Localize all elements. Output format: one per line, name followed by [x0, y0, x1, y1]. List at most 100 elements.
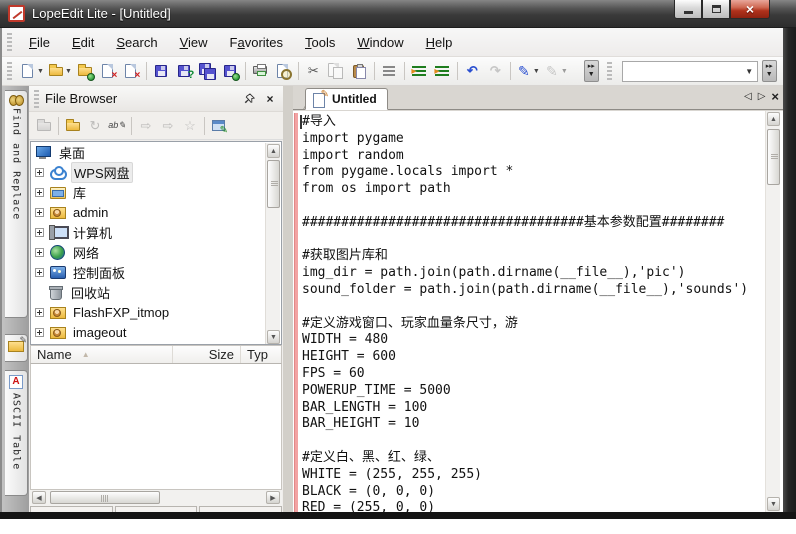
- save-as-button[interactable]: ?: [173, 59, 196, 83]
- print-button[interactable]: [249, 59, 272, 83]
- send-to-button[interactable]: ⇨: [157, 114, 179, 138]
- code-area[interactable]: #导入 import pygame import random from pyg…: [293, 111, 783, 512]
- expand-icon[interactable]: [35, 227, 44, 237]
- expand-icon[interactable]: [35, 327, 44, 337]
- menubar-grip[interactable]: [7, 33, 12, 51]
- panel-grip[interactable]: [34, 89, 39, 108]
- editor-scrollbar[interactable]: ▲ ▼: [765, 111, 780, 512]
- rename-button[interactable]: ab✎: [106, 114, 128, 138]
- prev-tab-icon[interactable]: ◁: [744, 91, 752, 102]
- menu-view[interactable]: View: [169, 31, 219, 54]
- highlight-pen-button[interactable]: ✎ ▼: [514, 59, 542, 83]
- tree-item-flashfxp[interactable]: FlashFXP_itmop: [31, 302, 281, 322]
- menu-favorites[interactable]: Favorites: [219, 31, 294, 54]
- minimize-button[interactable]: [674, 0, 702, 19]
- outdent-button[interactable]: [431, 59, 454, 83]
- toolbar-grip[interactable]: [7, 62, 12, 80]
- next-tab-icon[interactable]: ▷: [758, 91, 766, 102]
- scroll-up-icon[interactable]: ▲: [267, 144, 280, 158]
- code-text[interactable]: #导入 import pygame import random from pyg…: [293, 111, 759, 512]
- dock-tab-ascii-table[interactable]: A ASCII Table: [5, 370, 28, 496]
- scroll-right-icon[interactable]: ▶: [266, 491, 280, 504]
- tree-item-imageout[interactable]: imageout: [31, 322, 281, 342]
- save-remote-button[interactable]: [219, 59, 242, 83]
- browse-folder-button[interactable]: [62, 114, 84, 138]
- scroll-thumb[interactable]: [767, 129, 780, 185]
- open-with-button[interactable]: ⇨: [135, 114, 157, 138]
- toolbar-overflow-button[interactable]: ▸▸ ▼: [583, 60, 599, 82]
- toolbar-grip[interactable]: [606, 62, 612, 80]
- tree-item-network[interactable]: 网络: [31, 242, 281, 262]
- scroll-left-icon[interactable]: ◀: [32, 491, 46, 504]
- column-name[interactable]: Name ▲: [31, 346, 173, 363]
- redo-button[interactable]: ↷: [484, 59, 507, 83]
- scroll-down-icon[interactable]: ▼: [767, 497, 780, 511]
- expand-icon[interactable]: [35, 207, 44, 217]
- cut-button[interactable]: ✂: [302, 59, 325, 83]
- open-from-web-button[interactable]: [74, 59, 97, 83]
- menu-file[interactable]: File: [18, 31, 61, 54]
- menu-tools[interactable]: Tools: [294, 31, 346, 54]
- close-tab-icon[interactable]: ×: [771, 90, 779, 103]
- close-all-button[interactable]: ×: [120, 59, 143, 83]
- tree-item-libraries[interactable]: 库: [31, 182, 281, 202]
- combobox-arrow-icon[interactable]: ▼: [742, 62, 757, 81]
- file-list-hscrollbar[interactable]: ◀ ▶: [30, 490, 282, 506]
- scroll-down-icon[interactable]: ▼: [267, 330, 280, 344]
- toolbar-overflow-button[interactable]: ▸▸ ▼: [761, 60, 777, 82]
- scroll-thumb[interactable]: [267, 160, 280, 208]
- file-list-body[interactable]: [30, 364, 282, 490]
- undo-button[interactable]: ↶: [461, 59, 484, 83]
- column-type[interactable]: Typ: [241, 346, 281, 363]
- tab-untitled[interactable]: Untitled: [305, 88, 388, 110]
- indent-button[interactable]: [408, 59, 431, 83]
- tree-item-computer[interactable]: 计算机: [31, 222, 281, 242]
- menu-window[interactable]: Window: [346, 31, 414, 54]
- expand-icon[interactable]: [35, 267, 44, 277]
- tree-item-recycle-bin[interactable]: 回收站: [31, 282, 281, 302]
- close-panel-button[interactable]: ×: [262, 91, 278, 107]
- format-lines-button[interactable]: [378, 59, 401, 83]
- restore-button[interactable]: [702, 0, 730, 19]
- save-button[interactable]: [150, 59, 173, 83]
- tree-scrollbar[interactable]: ▲ ▼: [265, 143, 280, 344]
- open-file-button[interactable]: ▼: [46, 59, 74, 83]
- panel-splitter[interactable]: [283, 86, 293, 512]
- scroll-thumb[interactable]: [50, 491, 160, 504]
- open-file-icon: [48, 63, 64, 79]
- menu-search[interactable]: Search: [105, 31, 168, 54]
- dock-tab-find-and-replace[interactable]: Find and Replace: [5, 90, 28, 318]
- cut-icon: ✂: [307, 63, 319, 78]
- tree-item-desktop[interactable]: 桌面: [31, 142, 281, 162]
- toolbar-combobox[interactable]: ▼: [621, 60, 758, 82]
- tree-item-admin[interactable]: admin: [31, 202, 281, 222]
- title-bar[interactable]: LopeEdit Lite - [Untitled] ×: [0, 0, 796, 28]
- pin-panel-button[interactable]: [241, 91, 257, 107]
- window-border: [0, 512, 796, 519]
- properties-button[interactable]: [208, 114, 230, 138]
- scroll-up-icon[interactable]: ▲: [767, 112, 780, 126]
- dock-tab-file-browser[interactable]: [5, 334, 28, 362]
- paste-button[interactable]: [348, 59, 371, 83]
- menu-edit[interactable]: Edit: [61, 31, 105, 54]
- expand-icon[interactable]: [35, 167, 44, 177]
- refresh-button[interactable]: ↻: [84, 114, 106, 138]
- open-button[interactable]: [33, 114, 55, 138]
- folder-tree: 桌面 WPS网盘 库 admin 计算机 网络 控制面板 回收站 FlashFX…: [30, 141, 282, 345]
- tree-item-wps-cloud[interactable]: WPS网盘: [31, 161, 281, 183]
- copy-button[interactable]: [325, 59, 348, 83]
- close-document-button[interactable]: ×: [97, 59, 120, 83]
- close-button[interactable]: ×: [730, 0, 770, 19]
- stamp-pen-button[interactable]: ✎ ▼: [542, 59, 570, 83]
- save-all-button[interactable]: [196, 59, 219, 83]
- favorite-button[interactable]: ☆: [179, 114, 201, 138]
- expand-icon[interactable]: [35, 247, 44, 257]
- tree-item-control-panel[interactable]: 控制面板: [31, 262, 281, 282]
- new-document-button[interactable]: ▼: [18, 59, 46, 83]
- column-size[interactable]: Size: [173, 346, 241, 363]
- print-preview-button[interactable]: [272, 59, 295, 83]
- menu-help[interactable]: Help: [415, 31, 464, 54]
- expand-icon[interactable]: [35, 307, 44, 317]
- chevron-down-icon: ▼: [560, 67, 568, 75]
- expand-icon[interactable]: [35, 187, 44, 197]
